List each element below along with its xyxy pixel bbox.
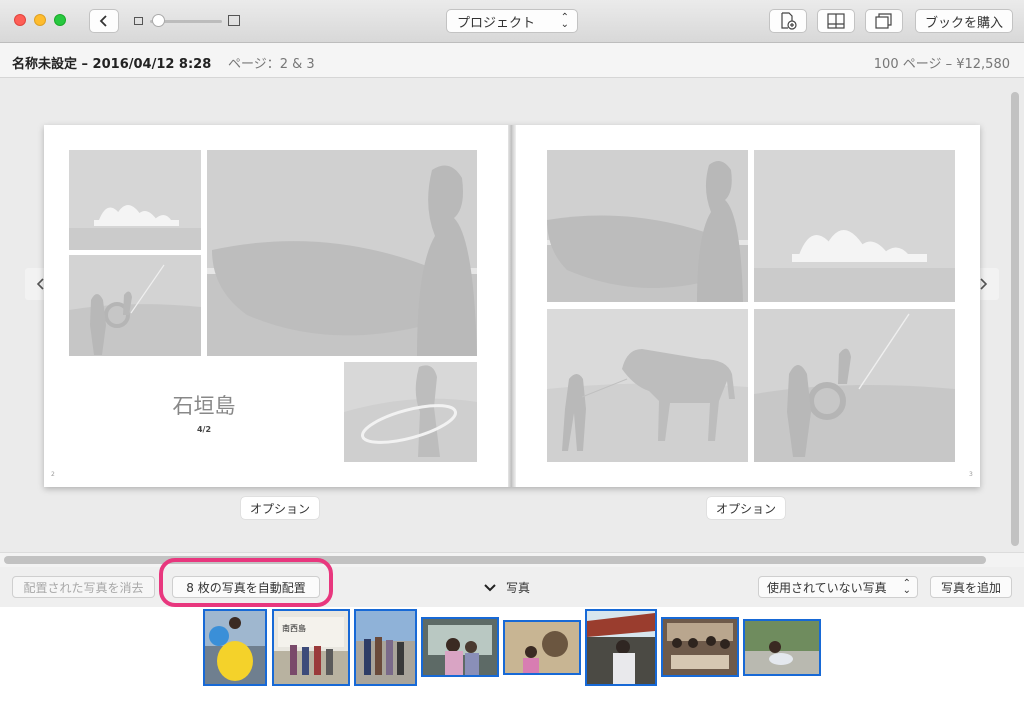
right-page-options-button[interactable]: オプション (707, 497, 786, 519)
unused-photos-select[interactable]: 使用されていない写真 ⌃ ⌄ (758, 576, 918, 598)
project-select-label: プロジェクト (457, 15, 536, 31)
app-window: プロジェクト ⌃ ⌄ ブックを購入 名称未設定 – 2016/04/12 8:2… (0, 0, 1024, 705)
photo-filmstrip: 南西島 (0, 607, 1024, 705)
book-spine (508, 125, 516, 487)
zoom-knob[interactable] (152, 14, 165, 27)
title-bar: プロジェクト ⌃ ⌄ ブックを購入 (0, 0, 1024, 43)
photo-placeholder-hoop[interactable] (344, 362, 477, 462)
svg-text:南西島: 南西島 (282, 623, 306, 633)
photo-thumbnail[interactable] (661, 617, 739, 677)
photo-thumbnail[interactable] (421, 617, 499, 677)
page-date-text[interactable]: 4/2 (164, 425, 244, 434)
layout-icon (827, 13, 845, 29)
photos-toggle[interactable]: 写真 (484, 579, 530, 596)
maximize-window-button[interactable] (54, 14, 66, 26)
photo-thumbnail[interactable] (354, 609, 417, 686)
info-bar: 名称未設定 – 2016/04/12 8:28 ページ：2 & 3 100 ペー… (0, 43, 1024, 78)
photo-placeholder-opera-house[interactable] (69, 150, 201, 250)
photo-placeholder-opera-house-2[interactable] (754, 150, 955, 302)
horizontal-scrollbar[interactable] (4, 556, 986, 564)
pages-view-button[interactable] (865, 9, 903, 33)
page-indicator: ページ：2 & 3 (228, 57, 315, 72)
photo-placeholder-child-swing[interactable] (69, 255, 201, 356)
photo-thumbnail[interactable] (585, 609, 657, 686)
left-page-options-button[interactable]: オプション (241, 497, 320, 519)
project-select[interactable]: プロジェクト ⌃ ⌄ (446, 9, 578, 33)
photo-thumbnail[interactable] (743, 619, 821, 676)
photo-placeholder-surfer[interactable] (207, 150, 477, 356)
photo-thumbnail[interactable]: 南西島 (272, 609, 350, 686)
add-photos-button[interactable]: 写真を追加 (930, 576, 1012, 598)
large-image-icon (228, 15, 240, 26)
document-title: 名称未設定 – 2016/04/12 8:28 (12, 57, 212, 72)
annotation-highlight (159, 558, 333, 607)
photo-thumbnail[interactable] (203, 609, 267, 686)
zoom-slider[interactable] (134, 13, 244, 29)
add-page-icon (781, 12, 797, 30)
photo-placeholder-surfboard[interactable] (547, 150, 748, 302)
book-spread: 石垣島 4/2 2 3 (44, 125, 980, 487)
left-page-number: 2 (51, 471, 55, 478)
vertical-scrollbar[interactable] (1011, 92, 1019, 546)
updown-chevron-icon: ⌃ ⌄ (560, 12, 569, 30)
right-page-number: 3 (969, 471, 973, 478)
close-window-button[interactable] (14, 14, 26, 26)
small-image-icon (134, 17, 143, 25)
pages-icon (875, 13, 892, 29)
chevron-down-icon (484, 583, 496, 591)
photo-thumbnail[interactable] (503, 620, 581, 675)
clear-placed-photos-button[interactable]: 配置された写真を消去 (12, 576, 155, 598)
unused-photos-select-label: 使用されていない写真 (767, 580, 887, 595)
add-page-button[interactable] (769, 9, 807, 33)
page-title-text[interactable]: 石垣島 (164, 390, 244, 420)
minimize-window-button[interactable] (34, 14, 46, 26)
page-price-info: 100 ページ – ¥12,580 (873, 57, 1010, 72)
horizontal-scroll-area (0, 552, 1024, 567)
photo-placeholder-horse[interactable] (547, 309, 748, 462)
buy-book-button[interactable]: ブックを購入 (915, 9, 1013, 33)
layout-button[interactable] (817, 9, 855, 33)
photo-placeholder-child-swing-2[interactable] (754, 309, 955, 462)
photos-toggle-label: 写真 (506, 581, 531, 595)
chevron-left-icon (99, 15, 107, 27)
updown-chevron-icon: ⌃ ⌄ (902, 578, 911, 596)
back-button[interactable] (89, 9, 119, 33)
